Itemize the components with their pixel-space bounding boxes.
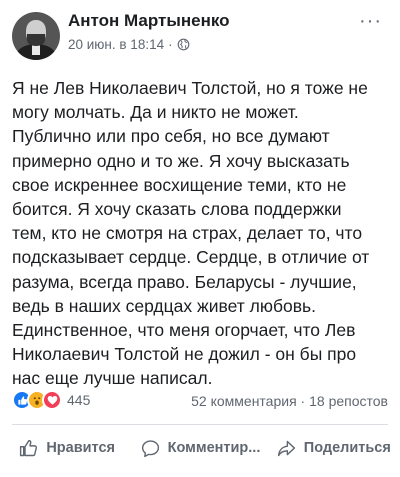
divider [12,424,388,425]
avatar[interactable] [12,12,60,60]
meta-separator: · [168,37,173,52]
love-reaction-icon [42,390,62,410]
share-arrow-icon [277,440,295,456]
post-text-line: Единственное, что меня огорчает, что Лев [12,320,356,341]
post-text-line: Я не Лев Николаевич Толстой, но я тоже н… [12,78,368,98]
avatar-collar [32,45,40,55]
reaction-count: 445 [67,392,91,408]
post-text-line: разума, всегда право. Беларусы - лучшие, [12,271,357,292]
post-text: Я не Лев Николаевич Толстой, но я тоже н… [12,76,396,391]
comments-shares-summary: 52 комментария · 18 репостов [191,393,388,409]
post-stats: 445 52 комментария · 18 репостов [0,386,400,416]
thumbs-up-icon [20,439,38,456]
reactions-summary[interactable]: 445 [12,390,90,410]
comment-bubble-icon [141,439,159,457]
comments-count[interactable]: 52 комментария [191,393,297,409]
author-name[interactable]: Антон Мартыненко [68,11,230,31]
post-text-line: подсказывает сердце. Сердце, в отличие о… [12,247,370,268]
more-options-button[interactable]: ··· [359,10,382,33]
post-text-line: Николаевич Толстой не дожил - он бы про [12,344,357,365]
stats-separator: · [300,393,306,409]
post-date[interactable]: 20 июн. в 18:14 [68,37,164,52]
post-text-line: могу молчать. Да и никто не может. [12,102,299,123]
post-text-line: примерно одно и то же. Я хочу высказать [12,150,350,171]
like-label: Нравится [46,440,115,456]
action-bar: Нравится Комментир... Поделиться [0,426,400,470]
post-text-line: тем, кто не смотря на страх, делает то, … [12,223,363,244]
post-text-line: Публично или про себя, но все думают [12,126,330,147]
share-button[interactable]: Поделиться [267,426,400,470]
like-button[interactable]: Нравится [0,426,133,470]
comment-label: Комментир... [167,440,261,456]
shares-count[interactable]: 18 репостов [309,393,388,409]
share-label: Поделиться [303,440,391,456]
post-text-line: свое искреннее восхищение теми, кто не [12,174,347,195]
avatar-beard [27,34,45,46]
post-text-line: боится. Я хочу сказать слова поддержки [12,199,342,220]
post-meta: 20 июн. в 18:14 · [68,37,190,52]
post-text-line: ведь в наших сердцах живет любовь. [12,295,316,316]
post-header: Антон Мартыненко 20 июн. в 18:14 · ··· [0,0,400,70]
comment-button[interactable]: Комментир... [133,426,266,470]
globe-icon[interactable] [177,38,190,51]
